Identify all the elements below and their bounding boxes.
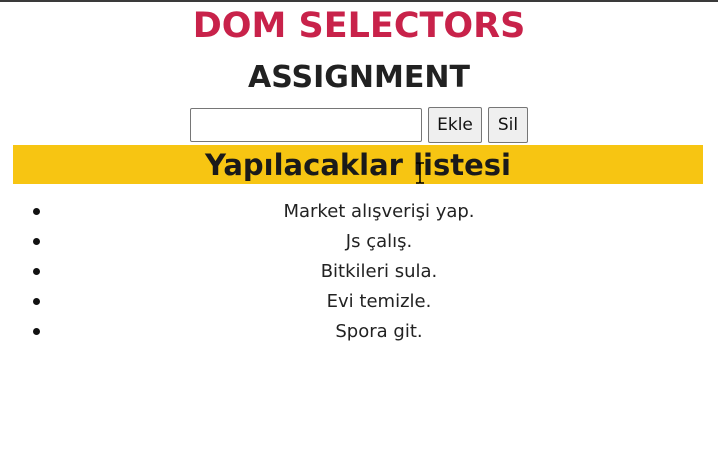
bullet-dot-icon xyxy=(33,238,40,245)
page: DOM SELECTORS ASSIGNMENT Ekle Sil Yapıla… xyxy=(0,0,718,466)
page-title: DOM SELECTORS xyxy=(192,6,526,46)
bullet-dot-icon xyxy=(33,208,40,215)
list-item: Evi temizle. xyxy=(33,288,718,318)
bullet-dot-icon xyxy=(33,268,40,275)
list-item-label: Bitkileri sula. xyxy=(320,261,438,282)
bullet-dot-icon xyxy=(33,328,40,335)
todo-list: Market alışverişi yap. Js çalış. Bitkile… xyxy=(0,198,718,348)
add-button[interactable]: Ekle xyxy=(428,107,482,143)
todo-list-header: Yapılacaklar listesi xyxy=(13,145,703,184)
list-item-label: Market alışverişi yap. xyxy=(283,201,475,222)
list-item-label: Js çalış. xyxy=(345,231,413,252)
list-item-label: Spora git. xyxy=(335,321,423,342)
delete-button[interactable]: Sil xyxy=(488,107,528,143)
list-item: Spora git. xyxy=(33,318,718,348)
window-top-border xyxy=(0,0,718,2)
list-item-label: Evi temizle. xyxy=(326,291,432,312)
page-subtitle: ASSIGNMENT xyxy=(248,60,470,95)
bullet-dot-icon xyxy=(33,298,40,305)
list-item: Bitkileri sula. xyxy=(33,258,718,288)
task-input[interactable] xyxy=(190,108,422,142)
list-item: Market alışverişi yap. xyxy=(33,198,718,228)
list-item: Js çalış. xyxy=(33,228,718,258)
text-cursor-icon xyxy=(416,162,424,184)
task-controls: Ekle Sil xyxy=(0,107,718,143)
